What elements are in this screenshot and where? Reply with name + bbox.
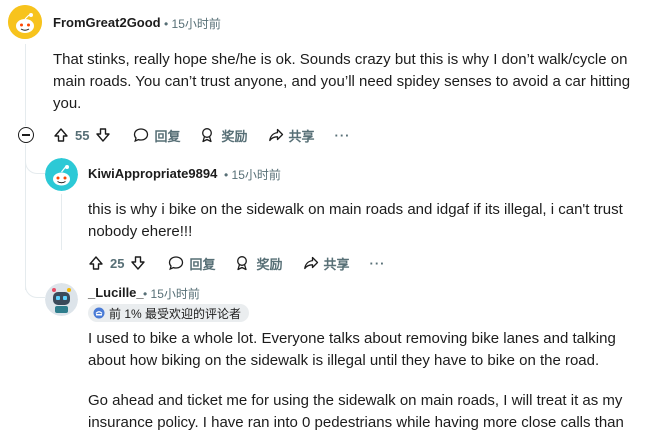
thread-curve-reply-2 — [25, 282, 45, 298]
comment-author[interactable]: FromGreat2Good — [53, 15, 161, 30]
comment-body: That stinks, really hope she/he is ok. S… — [53, 51, 631, 112]
award-icon — [237, 256, 248, 271]
meta-separator: • — [164, 17, 169, 31]
reply-button[interactable]: 回复 — [168, 254, 215, 273]
upvote-icon[interactable] — [88, 255, 104, 271]
collapse-thread-button[interactable] — [18, 127, 34, 143]
avatar[interactable] — [8, 5, 42, 39]
vote-controls: 25 — [88, 255, 146, 271]
share-label: 共享 — [288, 128, 315, 144]
comment-author[interactable]: KiwiAppropriate9894 — [88, 166, 217, 181]
comment-body: this is why i bike on the sidewalk on ma… — [88, 201, 623, 240]
award-button[interactable]: 奖励 — [235, 254, 283, 273]
avatar[interactable] — [45, 158, 78, 191]
vote-controls: 55 — [53, 127, 111, 143]
more-options-button[interactable]: ··· — [335, 128, 351, 143]
vote-count: 25 — [110, 255, 125, 271]
share-icon — [268, 128, 283, 142]
comment-action-bar: 25 回复 奖励 共享 ··· — [88, 251, 386, 275]
share-label: 共享 — [323, 256, 350, 272]
thread-line-root — [25, 44, 26, 126]
comment-timestamp[interactable]: 15小时前 — [151, 287, 200, 301]
comment-author[interactable]: _Lucille_ — [88, 285, 144, 300]
meta-separator: • — [143, 287, 148, 301]
thread-curve-reply-1 — [25, 158, 45, 174]
share-button[interactable]: 共享 — [268, 126, 315, 145]
share-button[interactable]: 共享 — [303, 254, 350, 273]
comment-timestamp[interactable]: 15小时前 — [232, 168, 281, 182]
vote-count: 55 — [75, 127, 90, 143]
award-button[interactable]: 奖励 — [200, 126, 248, 145]
comment-meta: • 15小时前 — [143, 285, 200, 302]
meta-separator: • — [224, 168, 229, 182]
snoo-avatar-icon — [45, 158, 78, 191]
comment-action-bar: 55 回复 奖励 共享 ··· — [53, 123, 351, 147]
user-flair-badge: 前 1% 最受欢迎的评论者 — [88, 304, 250, 322]
comment-body-paragraph: Go ahead and ticket me for using the sid… — [88, 392, 624, 431]
upvote-icon[interactable] — [53, 127, 69, 143]
downvote-icon[interactable] — [95, 127, 111, 143]
reply-label: 回复 — [189, 256, 216, 272]
downvote-icon[interactable] — [130, 255, 146, 271]
avatar[interactable] — [45, 283, 78, 316]
reply-label: 回复 — [154, 128, 181, 144]
thread-line-reply-1 — [61, 194, 62, 250]
comment-timestamp[interactable]: 15小时前 — [172, 17, 221, 31]
top-commenter-icon — [93, 307, 105, 319]
comment-bubble-icon — [134, 128, 149, 143]
comment-meta: • 15小时前 — [224, 166, 281, 183]
more-options-button[interactable]: ··· — [370, 256, 386, 271]
flair-label: 前 1% 最受欢迎的评论者 — [109, 306, 242, 321]
share-icon — [303, 256, 318, 270]
comment-meta: • 15小时前 — [164, 15, 221, 32]
comment-body-paragraph: I used to bike a whole lot. Everyone tal… — [88, 330, 616, 369]
award-label: 奖励 — [256, 256, 283, 272]
award-label: 奖励 — [221, 128, 248, 144]
reply-button[interactable]: 回复 — [133, 126, 180, 145]
comment-bubble-icon — [169, 256, 184, 271]
award-icon — [202, 128, 213, 143]
snoo-avatar-icon — [8, 5, 42, 39]
robot-avatar-icon — [45, 283, 78, 316]
